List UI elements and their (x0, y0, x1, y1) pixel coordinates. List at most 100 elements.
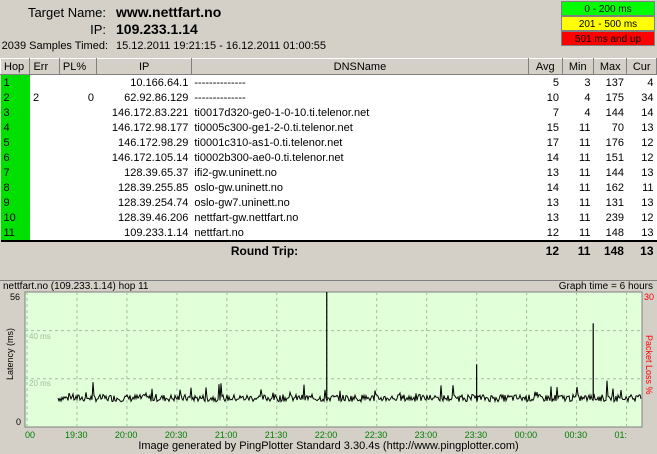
cell-avg: 15 (528, 120, 562, 135)
round-trip-avg: 12 (528, 240, 562, 259)
x-tick-label: 00:30 (565, 430, 588, 440)
cell-dns: -------------- (191, 74, 529, 90)
y-zero-label: 0 (16, 417, 21, 427)
cell-ip: 62.92.86.129 (96, 90, 192, 105)
cell-dns: ti0017d320-ge0-1-0-10.ti.telenor.net (191, 105, 529, 120)
y-right-max-label: 30 (644, 292, 654, 302)
cell-cur: 12 (626, 150, 657, 165)
cell-err (29, 150, 60, 165)
table-row[interactable]: 6 146.172.105.14 ti0002b300-ae0-0.ti.telen… (0, 150, 657, 165)
target-label: Target Name: (27, 5, 106, 20)
table-row[interactable]: 9 128.39.254.74 oslo-gw7.uninett.no 13 11 131… (0, 195, 657, 210)
col-hop[interactable]: Hop (0, 58, 31, 75)
y-right-axis-label: Packet Loss % (644, 335, 654, 395)
x-tick-label: 20:00 (115, 430, 138, 440)
cell-ip: 146.172.105.14 (96, 150, 192, 165)
cell-ip: 128.39.255.85 (96, 180, 192, 195)
cell-cur: 13 (626, 165, 657, 180)
header: Target Name: www.nettfart.no IP: 109.233… (0, 0, 657, 57)
hops-table: Hop Err PL% IP DNSName Avg Min Max Cur 1… (0, 58, 657, 259)
col-min[interactable]: Min (561, 58, 594, 75)
table-row[interactable]: 2 2 0 62.92.86.129 -------------- 10 4 175 34 (0, 90, 657, 105)
cell-min: 11 (562, 180, 594, 195)
cell-hop: 6 (0, 150, 30, 165)
cell-max: 70 (593, 120, 627, 135)
y-tick-20: 20 ms (29, 379, 51, 388)
cell-pl (59, 105, 97, 120)
cell-avg: 17 (528, 135, 562, 150)
cell-pl (59, 225, 97, 241)
cell-dns: ti0005c300-ge1-2-0.ti.telenor.net (191, 120, 529, 135)
cell-avg: 14 (528, 150, 562, 165)
cell-min: 11 (562, 165, 594, 180)
cell-avg: 12 (528, 225, 562, 241)
cell-min: 4 (562, 105, 594, 120)
ip-value: 109.233.1.14 (116, 21, 198, 37)
table-row[interactable]: 11 109.233.1.14 nettfart.no 12 11 148 13 (0, 225, 657, 241)
cell-err (29, 195, 60, 210)
cell-pl (59, 150, 97, 165)
cell-dns: oslo-gw7.uninett.no (191, 195, 529, 210)
cell-max: 137 (593, 74, 627, 90)
cell-min: 3 (562, 74, 594, 90)
cell-hop: 1 (0, 74, 30, 90)
table-row[interactable]: 8 128.39.255.85 oslo-gw.uninett.no 14 11 162 1… (0, 180, 657, 195)
cell-pl (59, 120, 97, 135)
graph-time-label[interactable]: Graph time = 6 hours (559, 281, 653, 292)
cell-hop: 8 (0, 180, 30, 195)
cell-avg: 13 (528, 165, 562, 180)
cell-cur: 34 (626, 90, 657, 105)
cell-pl: 0 (59, 90, 97, 105)
round-trip-min: 11 (562, 240, 594, 259)
legend-yellow: 201 - 500 ms (561, 16, 655, 31)
cell-hop: 3 (0, 105, 30, 120)
cell-hop: 11 (0, 225, 30, 241)
col-err[interactable]: Err (29, 58, 60, 75)
cell-pl (59, 135, 97, 150)
cell-avg: 13 (528, 195, 562, 210)
cell-max: 175 (593, 90, 627, 105)
round-trip-label: Round Trip: (0, 240, 529, 259)
cell-max: 239 (593, 210, 627, 225)
cell-err (29, 120, 60, 135)
col-max[interactable]: Max (592, 58, 628, 75)
col-ip[interactable]: IP (96, 58, 192, 75)
table-row[interactable]: 3 146.172.83.221 ti0017d320-ge0-1-0-10.ti.… (0, 105, 657, 120)
cell-err (29, 180, 60, 195)
cell-avg: 5 (528, 74, 562, 90)
cell-cur: 13 (626, 120, 657, 135)
table-header: Hop Err PL% IP DNSName Avg Min Max Cur (0, 58, 657, 75)
cell-avg: 13 (528, 210, 562, 225)
table-row[interactable]: 4 146.172.98.177 ti0005c300-ge1-2-0.ti.tel… (0, 120, 657, 135)
y-tick-40: 40 ms (29, 332, 51, 341)
col-pl[interactable]: PL% (58, 58, 98, 75)
cell-hop: 5 (0, 135, 30, 150)
cell-max: 131 (593, 195, 627, 210)
cell-hop: 10 (0, 210, 30, 225)
cell-hop: 7 (0, 165, 30, 180)
cell-cur: 4 (626, 74, 657, 90)
x-tick-label: 21:30 (265, 430, 288, 440)
table-row[interactable]: 10 128.39.46.206 nettfart-gw.nettfart.no 13… (0, 210, 657, 225)
table-row[interactable]: 5 146.172.98.29 ti0001c310-as1-0.ti.teleno… (0, 135, 657, 150)
cell-dns: nettfart-gw.nettfart.no (191, 210, 529, 225)
cell-cur: 11 (626, 180, 657, 195)
cell-cur: 12 (626, 135, 657, 150)
cell-min: 4 (562, 90, 594, 105)
cell-err (29, 225, 60, 241)
col-cur[interactable]: Cur (626, 58, 657, 75)
cell-ip: 128.39.254.74 (96, 195, 192, 210)
cell-avg: 14 (528, 180, 562, 195)
col-avg[interactable]: Avg (528, 58, 563, 75)
graph-title: nettfart.no (109.233.1.14) hop 11 (3, 281, 149, 292)
col-dnsname[interactable]: DNSName (190, 58, 530, 75)
table-row[interactable]: 7 128.39.65.37 ifi2-gw.uninett.no 13 11 144 13 (0, 165, 657, 180)
cell-pl (59, 180, 97, 195)
cell-avg: 10 (528, 90, 562, 105)
table-row[interactable]: 1 10.166.64.1 -------------- 5 3 137 4 (0, 74, 657, 90)
cell-min: 11 (562, 195, 594, 210)
cell-min: 11 (562, 120, 594, 135)
cell-dns: ifi2-gw.uninett.no (191, 165, 529, 180)
samples-label: 2039 Samples Timed: (1, 40, 108, 52)
cell-min: 11 (562, 210, 594, 225)
